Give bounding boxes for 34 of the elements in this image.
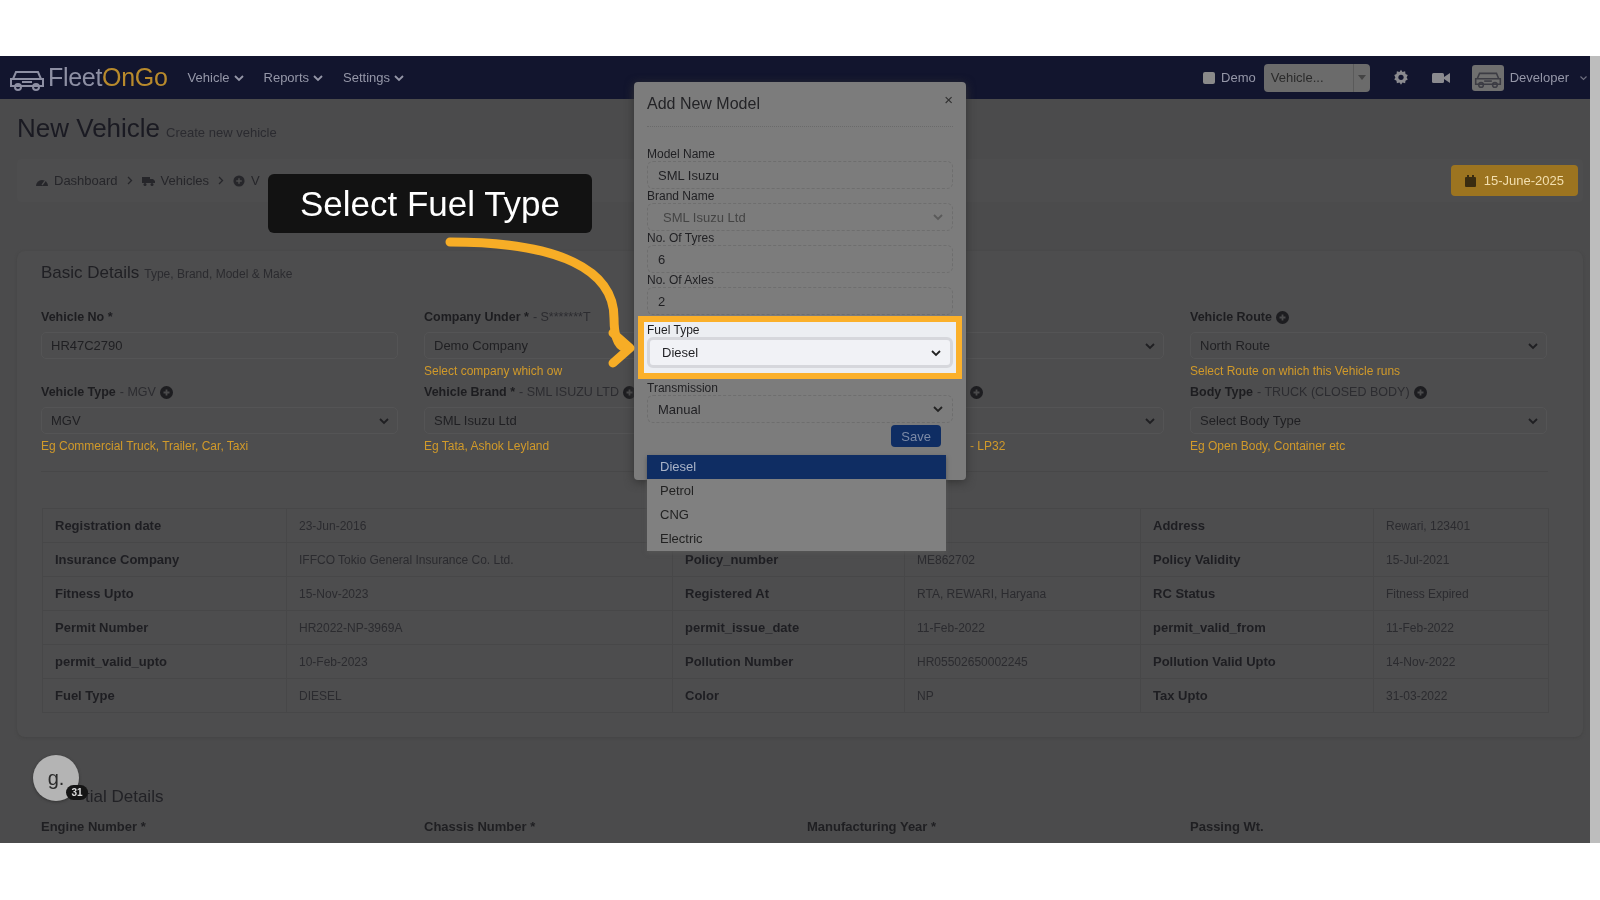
save-button[interactable]: Save: [891, 425, 941, 447]
select-field: SML Isuzu Ltd: [647, 203, 953, 231]
dropdown-option[interactable]: Diesel: [647, 455, 946, 479]
input-field[interactable]: 2: [647, 287, 953, 315]
logo[interactable]: FleetOnGo: [8, 63, 168, 92]
vehicle-select[interactable]: Vehicle...: [1263, 63, 1370, 92]
demo-label: Demo: [1221, 70, 1256, 85]
select-field[interactable]: Manual: [647, 395, 953, 423]
select-field[interactable]: Diesel: [647, 337, 953, 368]
menu-item[interactable]: Vehicle: [187, 70, 244, 85]
field-label: Brand Name: [647, 189, 716, 203]
count-badge: 31: [66, 785, 88, 800]
date-button[interactable]: 15-June-2025: [1450, 165, 1578, 196]
user-name[interactable]: Developer: [1509, 70, 1569, 85]
helper-text: Eg Tata, Ashok Leyland: [424, 439, 550, 453]
input-field[interactable]: SML Isuzu: [647, 161, 953, 189]
helper-text: Eg Open Body, Container etc: [1190, 439, 1346, 453]
close-button[interactable]: ×: [944, 90, 953, 108]
field-label: Transmission: [647, 381, 719, 395]
helper-text: Select Route on which this Vehicle runs: [1190, 364, 1401, 378]
dropdown-option[interactable]: Petrol: [647, 479, 946, 503]
input-field[interactable]: 6: [647, 245, 953, 273]
field-label: Model Name: [647, 147, 717, 161]
field-label: No. Of Tyres: [647, 231, 716, 245]
logo-text: FleetOnGo: [48, 63, 168, 92]
menu-item[interactable]: Reports: [263, 70, 324, 85]
menu-item[interactable]: Settings: [343, 70, 405, 85]
helper-text: Eg Commercial Truck, Trailer, Car, Taxi: [41, 439, 249, 453]
dropdown-option[interactable]: CNG: [647, 503, 946, 527]
modal-title: Add New Model: [647, 95, 760, 113]
helper-text: - LP32: [969, 439, 1006, 453]
tooltip: Select Fuel Type: [268, 174, 592, 233]
helper-text: Select company which ow: [424, 364, 563, 378]
field-label: No. Of Axles: [647, 273, 715, 287]
